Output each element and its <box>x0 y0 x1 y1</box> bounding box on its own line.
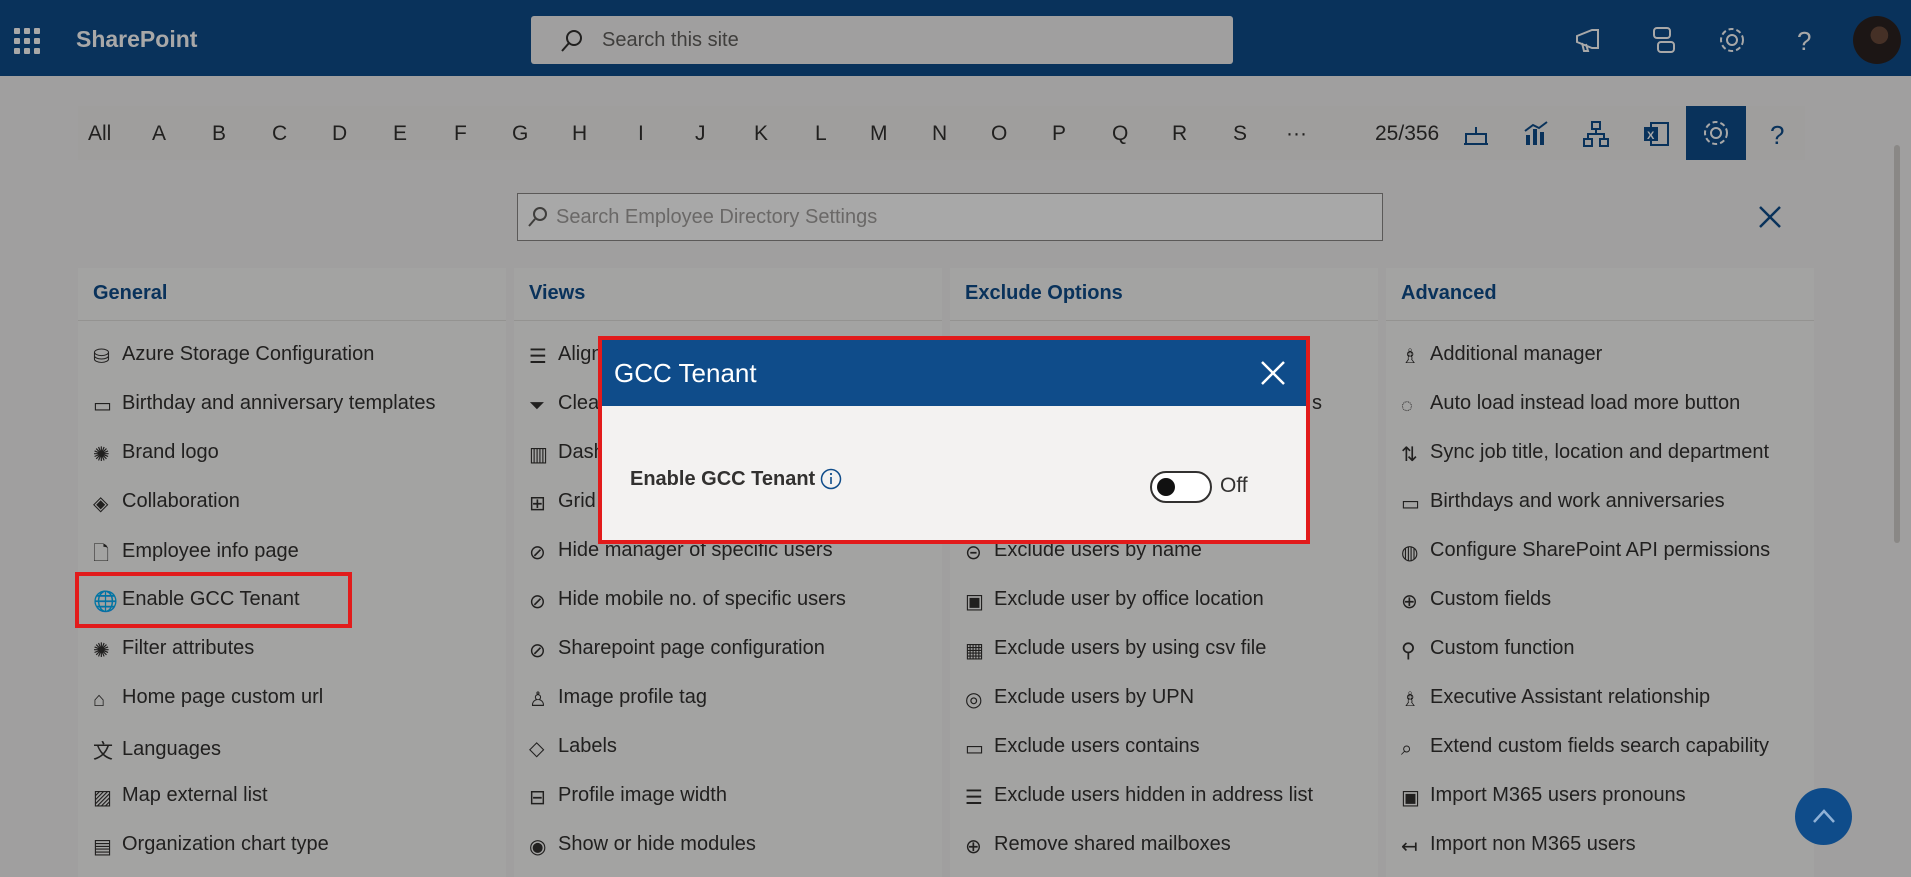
info-icon[interactable] <box>820 468 842 490</box>
toggle-knob <box>1157 478 1175 496</box>
scrollbar-thumb[interactable] <box>1894 145 1900 543</box>
dialog-header: GCC Tenant <box>602 340 1306 406</box>
dialog-title: GCC Tenant <box>614 358 757 388</box>
gcc-tenant-dialog: GCC Tenant Enable GCC Tenant Off <box>602 340 1306 540</box>
scroll-to-top-button[interactable] <box>1795 788 1852 845</box>
toggle-state-text: Off <box>1220 474 1248 497</box>
close-icon[interactable] <box>1258 358 1288 388</box>
enable-gcc-tenant-label: Enable GCC Tenant <box>630 468 816 490</box>
chevron-up-icon <box>1813 809 1835 823</box>
highlight-enable-gcc-tenant-item <box>75 572 352 628</box>
gcc-tenant-toggle[interactable] <box>1150 471 1212 503</box>
